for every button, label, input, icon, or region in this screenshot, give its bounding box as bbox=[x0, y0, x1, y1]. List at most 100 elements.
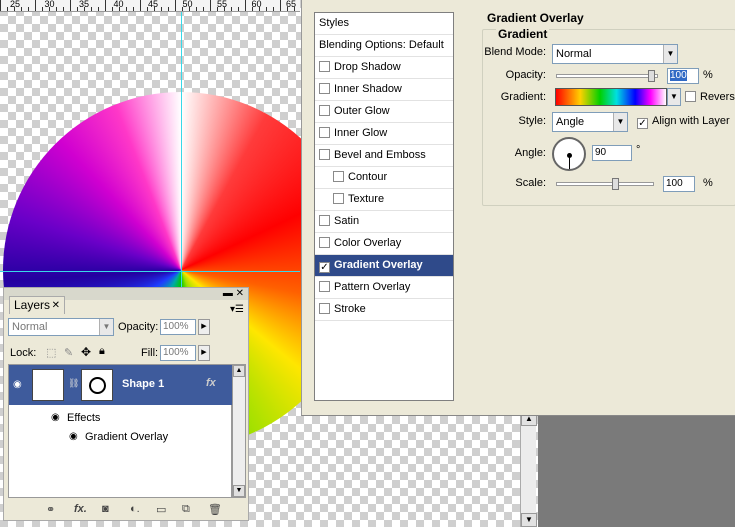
style-checkbox[interactable]: ✓ bbox=[319, 262, 330, 273]
fx-icon[interactable]: fx. bbox=[74, 503, 87, 515]
style-item-inner-glow[interactable]: Inner Glow bbox=[315, 123, 453, 145]
style-item-label: Gradient Overlay bbox=[334, 259, 423, 271]
ruler-mark bbox=[196, 7, 197, 11]
style-item-outer-glow[interactable]: Outer Glow bbox=[315, 101, 453, 123]
layer-blend-select[interactable]: Normal ▼ bbox=[8, 318, 114, 336]
style-checkbox[interactable] bbox=[319, 237, 330, 248]
ruler-mark bbox=[224, 7, 225, 11]
fx-icon[interactable]: fx bbox=[206, 377, 216, 389]
style-checkbox[interactable] bbox=[333, 171, 344, 182]
horizontal-guide[interactable] bbox=[0, 271, 300, 272]
ruler-mark bbox=[56, 7, 57, 11]
scroll-down-arrow-icon[interactable]: ▼ bbox=[233, 485, 245, 497]
eye-icon[interactable]: ◉ bbox=[69, 431, 78, 442]
layer-name[interactable]: Shape 1 bbox=[122, 378, 164, 390]
style-checkbox[interactable] bbox=[319, 61, 330, 72]
scale-slider-thumb[interactable] bbox=[612, 178, 619, 190]
chevron-down-icon[interactable]: ▼ bbox=[613, 113, 627, 131]
trash-icon[interactable]: 🗑︎ bbox=[208, 503, 222, 516]
opacity-arrow-icon[interactable]: ▶ bbox=[198, 319, 210, 335]
lock-all-icon[interactable]: 🔒︎ bbox=[99, 345, 105, 358]
styles-header[interactable]: Styles bbox=[315, 13, 453, 35]
style-select[interactable]: Angle ▼ bbox=[552, 112, 628, 132]
style-checkbox[interactable] bbox=[319, 149, 330, 160]
eye-icon[interactable]: ◉ bbox=[13, 379, 22, 390]
layer-row[interactable]: ◉ ⛓ Shape 1 fx bbox=[9, 365, 233, 405]
panel-menu-icon[interactable]: ▾☰ bbox=[230, 304, 244, 315]
opacity-slider[interactable] bbox=[556, 74, 658, 78]
style-item-bevel-and-emboss[interactable]: Bevel and Emboss bbox=[315, 145, 453, 167]
fill-input[interactable]: 100% bbox=[160, 345, 196, 361]
chevron-down-icon[interactable]: ▼ bbox=[99, 319, 113, 335]
scroll-up-arrow-icon[interactable]: ▲ bbox=[233, 365, 245, 377]
layers-tab[interactable]: Layers ✕ bbox=[9, 296, 65, 314]
ruler-mark bbox=[49, 7, 50, 11]
eye-icon[interactable]: ◉ bbox=[51, 412, 60, 423]
gradient-dropdown-icon[interactable]: ▼ bbox=[667, 88, 681, 106]
ruler-mark bbox=[175, 0, 176, 11]
new-layer-icon[interactable]: ⧉ bbox=[182, 503, 190, 516]
vector-mask-thumbnail[interactable] bbox=[81, 369, 113, 401]
fill-arrow-icon[interactable]: ▶ bbox=[198, 345, 210, 361]
style-item-pattern-overlay[interactable]: Pattern Overlay bbox=[315, 277, 453, 299]
close-icon[interactable]: ✕ bbox=[236, 288, 244, 299]
style-item-contour[interactable]: Contour bbox=[315, 167, 453, 189]
opacity-label: Opacity: bbox=[505, 69, 546, 81]
angle-input[interactable]: 90 bbox=[592, 145, 632, 161]
layers-scrollbar[interactable]: ▲ ▼ bbox=[232, 364, 246, 498]
blend-mode-select[interactable]: Normal ▼ bbox=[552, 44, 678, 64]
ruler-mark bbox=[7, 7, 8, 11]
align-with-layer-checkbox[interactable]: ✓ Align with Layer bbox=[637, 115, 730, 129]
align-checkbox-box[interactable]: ✓ bbox=[637, 118, 648, 129]
lock-move-icon[interactable]: ✥ bbox=[81, 345, 91, 359]
reverse-checkbox-box[interactable] bbox=[685, 91, 696, 102]
ruler-mark bbox=[182, 7, 183, 11]
canvas-vertical-scrollbar[interactable]: ▲ ▼ bbox=[520, 412, 537, 527]
style-checkbox[interactable] bbox=[319, 127, 330, 138]
ruler-mark bbox=[126, 7, 127, 11]
style-checkbox[interactable] bbox=[319, 105, 330, 116]
layer-opacity-input[interactable]: 100% bbox=[160, 319, 196, 335]
ruler-mark bbox=[231, 7, 232, 11]
style-item-drop-shadow[interactable]: Drop Shadow bbox=[315, 57, 453, 79]
mask-icon[interactable]: ◙ bbox=[102, 503, 109, 515]
ruler-mark bbox=[84, 7, 85, 11]
scale-input[interactable]: 100 bbox=[663, 176, 695, 192]
style-item-gradient-overlay[interactable]: ✓ Gradient Overlay bbox=[315, 255, 453, 277]
style-item-stroke[interactable]: Stroke bbox=[315, 299, 453, 321]
style-item-color-overlay[interactable]: Color Overlay bbox=[315, 233, 453, 255]
style-checkbox[interactable] bbox=[319, 83, 330, 94]
chevron-down-icon[interactable]: ▼ bbox=[663, 45, 677, 63]
effect-item-row[interactable]: ◉ Gradient Overlay bbox=[29, 428, 229, 446]
scroll-down-arrow-icon[interactable]: ▼ bbox=[521, 513, 537, 527]
style-item-inner-shadow[interactable]: Inner Shadow bbox=[315, 79, 453, 101]
style-checkbox[interactable] bbox=[319, 215, 330, 226]
chain-link-icon[interactable]: ⚭ bbox=[46, 503, 55, 516]
adjustment-icon[interactable]: ◐. bbox=[130, 503, 140, 515]
opacity-input[interactable]: 100 bbox=[667, 68, 699, 84]
ruler-mark bbox=[133, 7, 134, 11]
style-item-satin[interactable]: Satin bbox=[315, 211, 453, 233]
scale-slider[interactable] bbox=[556, 182, 654, 186]
minimize-icon[interactable]: ▬ bbox=[223, 288, 233, 299]
angle-unit: ° bbox=[636, 144, 641, 156]
reverse-checkbox[interactable]: Reverse bbox=[685, 91, 735, 103]
lock-transparent-icon[interactable]: ⬚ bbox=[46, 346, 56, 359]
style-checkbox[interactable] bbox=[319, 303, 330, 314]
style-item-texture[interactable]: Texture bbox=[315, 189, 453, 211]
chain-link-icon[interactable]: ⛓ bbox=[68, 378, 79, 389]
ruler-mark bbox=[105, 0, 106, 11]
lock-brush-icon[interactable]: ✎ bbox=[64, 346, 73, 359]
gradient-swatch[interactable] bbox=[555, 88, 667, 106]
blending-options-item[interactable]: Blending Options: Default bbox=[315, 35, 453, 57]
layer-blend-value: Normal bbox=[12, 321, 48, 333]
tab-close-icon[interactable]: ✕ bbox=[52, 297, 60, 314]
angle-dial[interactable] bbox=[552, 137, 586, 171]
style-checkbox[interactable] bbox=[333, 193, 344, 204]
folder-icon[interactable]: ▭ bbox=[156, 503, 166, 516]
opacity-slider-thumb[interactable] bbox=[648, 70, 655, 82]
ruler-mark bbox=[245, 0, 246, 11]
effects-row[interactable]: ◉ Effects bbox=[29, 409, 229, 427]
style-checkbox[interactable] bbox=[319, 281, 330, 292]
style-item-label: Outer Glow bbox=[334, 105, 390, 117]
